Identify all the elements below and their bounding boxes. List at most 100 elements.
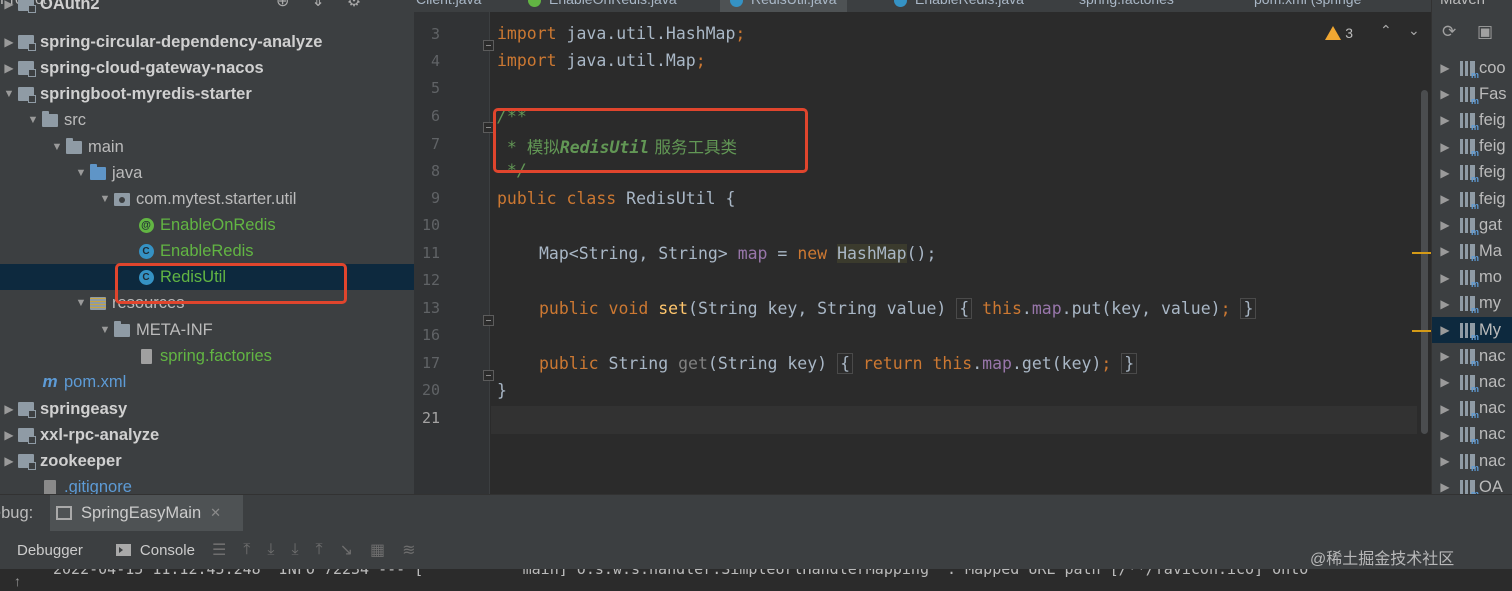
- tree-item[interactable]: ▶.gitignore: [0, 474, 414, 494]
- maven-project-item[interactable]: ▶ OA: [1432, 474, 1512, 494]
- chevron-right-icon[interactable]: ▶: [1436, 402, 1454, 416]
- chevron-right-icon[interactable]: ▶: [1436, 87, 1454, 101]
- chevron-down-icon[interactable]: ▼: [48, 141, 66, 153]
- trace-icon[interactable]: ≋: [402, 540, 415, 560]
- maven-project-item[interactable]: ▶ my: [1432, 291, 1512, 317]
- tab-debugger[interactable]: Debugger: [17, 542, 83, 559]
- chevron-right-icon[interactable]: ▶: [0, 35, 18, 49]
- chevron-right-icon[interactable]: ▶: [1436, 218, 1454, 232]
- tree-item[interactable]: ▶mpom.xml: [0, 369, 414, 395]
- chevron-right-icon[interactable]: ▶: [0, 428, 18, 442]
- maven-project-item[interactable]: ▶ nac: [1432, 422, 1512, 448]
- run-to-cursor-icon[interactable]: ↘: [340, 540, 353, 560]
- chevron-right-icon[interactable]: ▶: [1436, 428, 1454, 442]
- maven-project-item[interactable]: ▶ mo: [1432, 265, 1512, 291]
- code-line-import-map[interactable]: import java.util.Map;: [497, 51, 706, 70]
- tree-item[interactable]: ▶ spring-circular-dependency-analyze: [0, 29, 414, 55]
- maven-project-item[interactable]: ▶ nac: [1432, 343, 1512, 369]
- chevron-right-icon[interactable]: ▶: [1436, 61, 1454, 75]
- chevron-right-icon[interactable]: ▶: [0, 61, 18, 75]
- chevron-down-icon[interactable]: ▼: [72, 297, 90, 309]
- chevron-right-icon[interactable]: ▶: [0, 454, 18, 468]
- add-maven-project-icon[interactable]: ▣: [1477, 22, 1493, 42]
- step-into-icon[interactable]: ⤓: [291, 541, 298, 559]
- chevron-right-icon[interactable]: ▶: [0, 0, 18, 11]
- maven-project-item[interactable]: ▶ My: [1432, 317, 1512, 343]
- code-line-class-decl[interactable]: public class RedisUtil {: [497, 189, 735, 208]
- maven-project-item[interactable]: ▶ nac: [1432, 369, 1512, 395]
- maven-project-item[interactable]: ▶ feig: [1432, 186, 1512, 212]
- tree-item[interactable]: ▶ springeasy: [0, 396, 414, 422]
- maven-project-item[interactable]: ▶ Ma: [1432, 238, 1512, 264]
- refresh-icon[interactable]: ⟳: [1442, 22, 1456, 42]
- chevron-right-icon[interactable]: ▶: [1436, 454, 1454, 468]
- tree-item[interactable]: ▶@EnableOnRedis: [0, 212, 414, 238]
- chevron-right-icon[interactable]: ▶: [1436, 271, 1454, 285]
- maven-project-item[interactable]: ▶ Fas: [1432, 81, 1512, 107]
- fold-marker[interactable]: [483, 370, 494, 381]
- maven-project-item[interactable]: ▶ feig: [1432, 160, 1512, 186]
- console-output[interactable]: ↑ 2022-04-15 11:12:45.248 INFO 72234 ---…: [0, 569, 1512, 591]
- arrow-up-icon[interactable]: ↑: [14, 573, 21, 589]
- close-icon[interactable]: ✕: [210, 505, 221, 521]
- chevron-right-icon[interactable]: ▶: [1436, 323, 1454, 337]
- editor-tab[interactable]: EnableRedis.java: [884, 0, 1034, 12]
- maven-project-item[interactable]: ▶ gat: [1432, 212, 1512, 238]
- maven-project-item[interactable]: ▶ nac: [1432, 448, 1512, 474]
- chevron-right-icon[interactable]: ▶: [1436, 375, 1454, 389]
- tab-console[interactable]: Console: [115, 542, 195, 559]
- tree-item[interactable]: ▼ springboot-myredis-starter: [0, 81, 414, 107]
- tree-item[interactable]: ▼ main: [0, 134, 414, 160]
- chevron-up-icon[interactable]: ⌃: [1380, 22, 1392, 39]
- code-line-get-method[interactable]: public String get(String key) { return t…: [539, 353, 1138, 374]
- tree-item[interactable]: ▼ META-INF: [0, 317, 414, 343]
- menu-icon[interactable]: ☰: [212, 540, 226, 560]
- chevron-down-icon[interactable]: ▼: [96, 193, 114, 205]
- chevron-right-icon[interactable]: ▶: [1436, 480, 1454, 494]
- evaluate-icon[interactable]: ▦: [370, 540, 385, 560]
- step-over-icon[interactable]: ⤓: [267, 541, 274, 559]
- editor-tab[interactable]: pom.xml (springe: [1244, 0, 1371, 12]
- chevron-right-icon[interactable]: ▶: [1436, 140, 1454, 154]
- tree-item[interactable]: ▼ java: [0, 160, 414, 186]
- chevron-right-icon[interactable]: ▶: [1436, 349, 1454, 363]
- show-execution-point-icon[interactable]: ⤒: [243, 541, 250, 559]
- tree-item[interactable]: ▶CEnableRedis: [0, 238, 414, 264]
- editor-tab[interactable]: Client.java: [414, 0, 491, 12]
- tree-item[interactable]: ▶ OAuth2: [0, 0, 414, 17]
- editor-tab[interactable]: EnableOnRedis.java: [518, 0, 687, 12]
- maven-project-item[interactable]: ▶ coo: [1432, 55, 1512, 81]
- code-line-import-hashmap[interactable]: import java.util.HashMap;: [497, 24, 745, 43]
- maven-project-item[interactable]: ▶ nac: [1432, 396, 1512, 422]
- maven-project-item[interactable]: ▶ feig: [1432, 107, 1512, 133]
- code-line-map-field[interactable]: Map<String, String> map = new HashMap();: [539, 244, 936, 263]
- fold-marker[interactable]: [483, 315, 494, 326]
- editor-tab[interactable]: RedisUtil.java: [720, 0, 847, 12]
- chevron-down-icon[interactable]: ▼: [96, 324, 114, 336]
- chevron-right-icon[interactable]: ▶: [1436, 113, 1454, 127]
- chevron-down-icon[interactable]: ▼: [24, 114, 42, 126]
- editor-tab[interactable]: spring.factories: [1069, 0, 1184, 12]
- chevron-down-icon[interactable]: ⌄: [1408, 22, 1420, 39]
- inspection-widget[interactable]: 3: [1325, 25, 1353, 41]
- editor-scrollbar[interactable]: [1421, 90, 1428, 434]
- warning-stripe-mark[interactable]: [1412, 252, 1431, 254]
- tree-item[interactable]: ▼ com.mytest.starter.util: [0, 186, 414, 212]
- tree-item[interactable]: ▶ xxl-rpc-analyze: [0, 422, 414, 448]
- chevron-right-icon[interactable]: ▶: [1436, 166, 1454, 180]
- debug-session-tab[interactable]: SpringEasyMain ✕: [50, 495, 243, 531]
- chevron-right-icon[interactable]: ▶: [0, 402, 18, 416]
- chevron-right-icon[interactable]: ▶: [1436, 244, 1454, 258]
- tree-item[interactable]: ▶ spring-cloud-gateway-nacos: [0, 55, 414, 81]
- code-line-set-method[interactable]: public void set(String key, String value…: [539, 298, 1257, 319]
- fold-marker[interactable]: [483, 40, 494, 51]
- code-editor[interactable]: Client.java EnableOnRedis.java RedisUtil.j…: [414, 0, 1431, 494]
- chevron-down-icon[interactable]: ▼: [0, 88, 18, 100]
- warning-stripe-mark[interactable]: [1412, 330, 1431, 332]
- tree-item[interactable]: ▼ src: [0, 107, 414, 133]
- tree-item[interactable]: ▶spring.factories: [0, 343, 414, 369]
- step-out-icon[interactable]: ⤒: [316, 541, 323, 559]
- chevron-right-icon[interactable]: ▶: [1436, 192, 1454, 206]
- code-line-class-close[interactable]: }: [497, 381, 507, 400]
- maven-project-item[interactable]: ▶ feig: [1432, 134, 1512, 160]
